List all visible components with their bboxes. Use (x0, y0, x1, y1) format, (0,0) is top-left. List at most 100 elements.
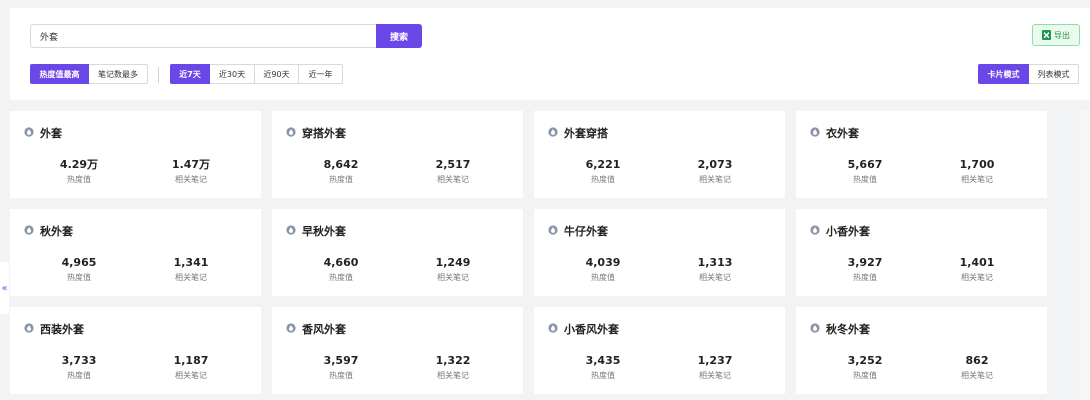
keyword-card[interactable]: 香风外套 3,597 热度值 1,322 相关笔记 (272, 307, 523, 394)
heat-stat: 3,927 热度值 (825, 257, 905, 283)
notes-label: 相关笔记 (437, 175, 469, 184)
notes-value: 1.47万 (171, 158, 211, 171)
heat-label: 热度值 (591, 273, 615, 282)
notes-label: 相关笔记 (699, 175, 731, 184)
keyword-title: 小香风外套 (564, 323, 619, 336)
heat-value: 6,221 (585, 158, 621, 171)
heat-stat: 3,597 热度值 (301, 355, 381, 381)
heat-stat: 5,667 热度值 (825, 159, 905, 185)
keyword-title: 早秋外套 (302, 225, 346, 238)
heat-label: 热度值 (853, 371, 877, 380)
toolbar-panel: 外套 搜索 导出 热度值最高 笔记数最多 近7天 近30天 近90天 近一年 卡… (10, 8, 1090, 100)
heat-drop-icon (24, 225, 34, 235)
notes-value: 1,237 (697, 354, 733, 367)
search-button[interactable]: 搜索 (376, 24, 422, 48)
notes-stat: 2,517 相关笔记 (413, 159, 493, 185)
notes-value: 1,187 (173, 354, 209, 367)
search-input[interactable]: 外套 (30, 24, 386, 48)
heat-label: 热度值 (67, 371, 91, 380)
heat-stat: 3,733 热度值 (39, 355, 119, 381)
heat-value: 3,597 (323, 354, 359, 367)
heat-value: 4,039 (585, 256, 621, 269)
heat-drop-icon (548, 323, 558, 333)
divider (158, 67, 159, 83)
notes-value: 1,401 (959, 256, 995, 269)
notes-label: 相关笔记 (699, 371, 731, 380)
heat-label: 热度值 (853, 273, 877, 282)
heat-stat: 3,435 热度值 (563, 355, 643, 381)
keyword-card[interactable]: 西装外套 3,733 热度值 1,187 相关笔记 (10, 307, 261, 394)
keyword-card[interactable]: 穿搭外套 8,642 热度值 2,517 相关笔记 (272, 111, 523, 198)
keyword-card[interactable]: 外套穿搭 6,221 热度值 2,073 相关笔记 (534, 111, 785, 198)
heat-label: 热度值 (67, 175, 91, 184)
heat-stat: 4,965 热度值 (39, 257, 119, 283)
notes-stat: 1,401 相关笔记 (937, 257, 1017, 283)
notes-label: 相关笔记 (699, 273, 731, 282)
tab-list-mode[interactable]: 列表模式 (1029, 64, 1079, 84)
tab-range-30d[interactable]: 近30天 (210, 64, 255, 84)
heat-label: 热度值 (591, 175, 615, 184)
notes-stat: 2,073 相关笔记 (675, 159, 755, 185)
heat-value: 8,642 (323, 158, 359, 171)
notes-label: 相关笔记 (961, 371, 993, 380)
notes-label: 相关笔记 (437, 273, 469, 282)
heat-drop-icon (810, 225, 820, 235)
heat-stat: 4,660 热度值 (301, 257, 381, 283)
notes-value: 2,073 (697, 158, 733, 171)
heat-drop-icon (24, 127, 34, 137)
notes-stat: 1,341 相关笔记 (151, 257, 231, 283)
keyword-title: 衣外套 (826, 127, 859, 140)
heat-label: 热度值 (329, 273, 353, 282)
tab-range-90d[interactable]: 近90天 (255, 64, 299, 84)
tab-range-1y[interactable]: 近一年 (299, 64, 343, 84)
scrollbar[interactable] (1080, 110, 1090, 400)
heat-value: 4,660 (323, 256, 359, 269)
heat-label: 热度值 (329, 175, 353, 184)
heat-value: 3,252 (847, 354, 883, 367)
heat-stat: 4,039 热度值 (563, 257, 643, 283)
heat-label: 热度值 (67, 273, 91, 282)
heat-value: 4,965 (61, 256, 97, 269)
keyword-card[interactable]: 牛仔外套 4,039 热度值 1,313 相关笔记 (534, 209, 785, 296)
keyword-card[interactable]: 秋外套 4,965 热度值 1,341 相关笔记 (10, 209, 261, 296)
heat-value: 3,927 (847, 256, 883, 269)
tab-card-mode[interactable]: 卡片模式 (978, 64, 1029, 84)
notes-stat: 862 相关笔记 (937, 355, 1017, 381)
range-tabs: 近7天 近30天 近90天 近一年 (170, 64, 343, 84)
heat-drop-icon (810, 127, 820, 137)
heat-value: 3,435 (585, 354, 621, 367)
sidebar-toggle[interactable]: « (0, 262, 9, 314)
notes-value: 2,517 (435, 158, 471, 171)
notes-value: 1,700 (959, 158, 995, 171)
notes-stat: 1,322 相关笔记 (413, 355, 493, 381)
heat-label: 热度值 (329, 371, 353, 380)
export-label: 导出 (1054, 30, 1070, 40)
notes-label: 相关笔记 (175, 371, 207, 380)
heat-stat: 6,221 热度值 (563, 159, 643, 185)
tab-sort-notes[interactable]: 笔记数最多 (89, 64, 148, 84)
notes-value: 1,322 (435, 354, 471, 367)
keyword-title: 穿搭外套 (302, 127, 346, 140)
keyword-title: 外套 (40, 127, 62, 140)
keyword-card[interactable]: 早秋外套 4,660 热度值 1,249 相关笔记 (272, 209, 523, 296)
tab-sort-heat[interactable]: 热度值最高 (30, 64, 89, 84)
keyword-card[interactable]: 小香外套 3,927 热度值 1,401 相关笔记 (796, 209, 1047, 296)
keyword-card[interactable]: 外套 4.29万 热度值 1.47万 相关笔记 (10, 111, 261, 198)
heat-drop-icon (286, 127, 296, 137)
notes-label: 相关笔记 (175, 273, 207, 282)
keyword-title: 秋外套 (40, 225, 73, 238)
notes-stat: 1,700 相关笔记 (937, 159, 1017, 185)
export-button[interactable]: 导出 (1032, 24, 1080, 46)
keyword-title: 牛仔外套 (564, 225, 608, 238)
heat-stat: 8,642 热度值 (301, 159, 381, 185)
notes-value: 1,313 (697, 256, 733, 269)
heat-stat: 4.29万热度值 (39, 159, 119, 185)
heat-drop-icon (548, 225, 558, 235)
keyword-card[interactable]: 秋冬外套 3,252 热度值 862 相关笔记 (796, 307, 1047, 394)
tab-range-7d[interactable]: 近7天 (170, 64, 210, 84)
heat-value: 4.29万 (59, 158, 99, 171)
keyword-card[interactable]: 衣外套 5,667 热度值 1,700 相关笔记 (796, 111, 1047, 198)
notes-stat: 1,187 相关笔记 (151, 355, 231, 381)
notes-label: 相关笔记 (961, 175, 993, 184)
keyword-card[interactable]: 小香风外套 3,435 热度值 1,237 相关笔记 (534, 307, 785, 394)
